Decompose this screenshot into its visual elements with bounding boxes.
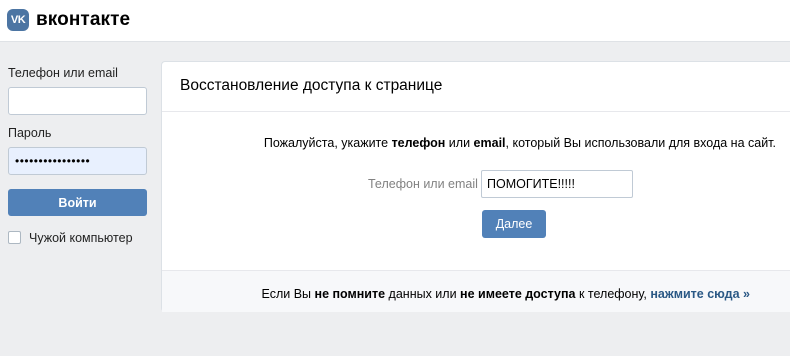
footer-middle1: данных или bbox=[385, 287, 461, 301]
recovery-phone-input[interactable] bbox=[481, 170, 633, 198]
instruction-phone: телефон bbox=[391, 136, 446, 150]
card-footer: Если Вы не помните данных или не имеете … bbox=[162, 270, 790, 312]
footer-middle2: к телефону, bbox=[575, 287, 651, 301]
foreign-computer-label[interactable]: Чужой компьютер bbox=[29, 231, 133, 245]
phone-email-label: Телефон или email bbox=[8, 66, 118, 80]
next-button[interactable]: Далее bbox=[482, 210, 546, 238]
divider bbox=[162, 111, 790, 112]
top-header: VK вконтакте bbox=[0, 0, 790, 42]
footer-no-access: не имеете доступа bbox=[460, 287, 576, 301]
instruction-or: или bbox=[445, 136, 474, 150]
foreign-computer-checkbox[interactable] bbox=[8, 231, 21, 244]
instruction-suffix: , который Вы использовали для входа на с… bbox=[505, 136, 776, 150]
recovery-card: Восстановление доступа к странице Пожалу… bbox=[161, 61, 790, 312]
login-password-input[interactable]: •••••••••••••••• bbox=[8, 147, 147, 175]
recovery-field-label: Телефон или email bbox=[368, 177, 478, 191]
login-button[interactable]: Войти bbox=[8, 189, 147, 216]
footer-text: Если Вы не помните данных или не имеете … bbox=[262, 287, 750, 301]
password-label: Пароль bbox=[8, 126, 52, 140]
login-phone-input[interactable] bbox=[8, 87, 147, 115]
instruction-text: Пожалуйста, укажите телефон или email, к… bbox=[264, 136, 776, 150]
click-here-link[interactable]: нажмите сюда bbox=[650, 287, 739, 301]
footer-arrow-icon: » bbox=[739, 287, 750, 301]
footer-not-remember: не помните bbox=[314, 287, 386, 301]
instruction-email: email bbox=[473, 136, 506, 150]
page-title: Восстановление доступа к странице bbox=[180, 77, 443, 94]
logo-text[interactable]: вконтакте bbox=[36, 9, 130, 31]
vk-logo-icon[interactable]: VK bbox=[7, 9, 29, 31]
footer-prefix: Если Вы bbox=[261, 287, 315, 301]
instruction-prefix: Пожалуйста, укажите bbox=[263, 136, 392, 150]
